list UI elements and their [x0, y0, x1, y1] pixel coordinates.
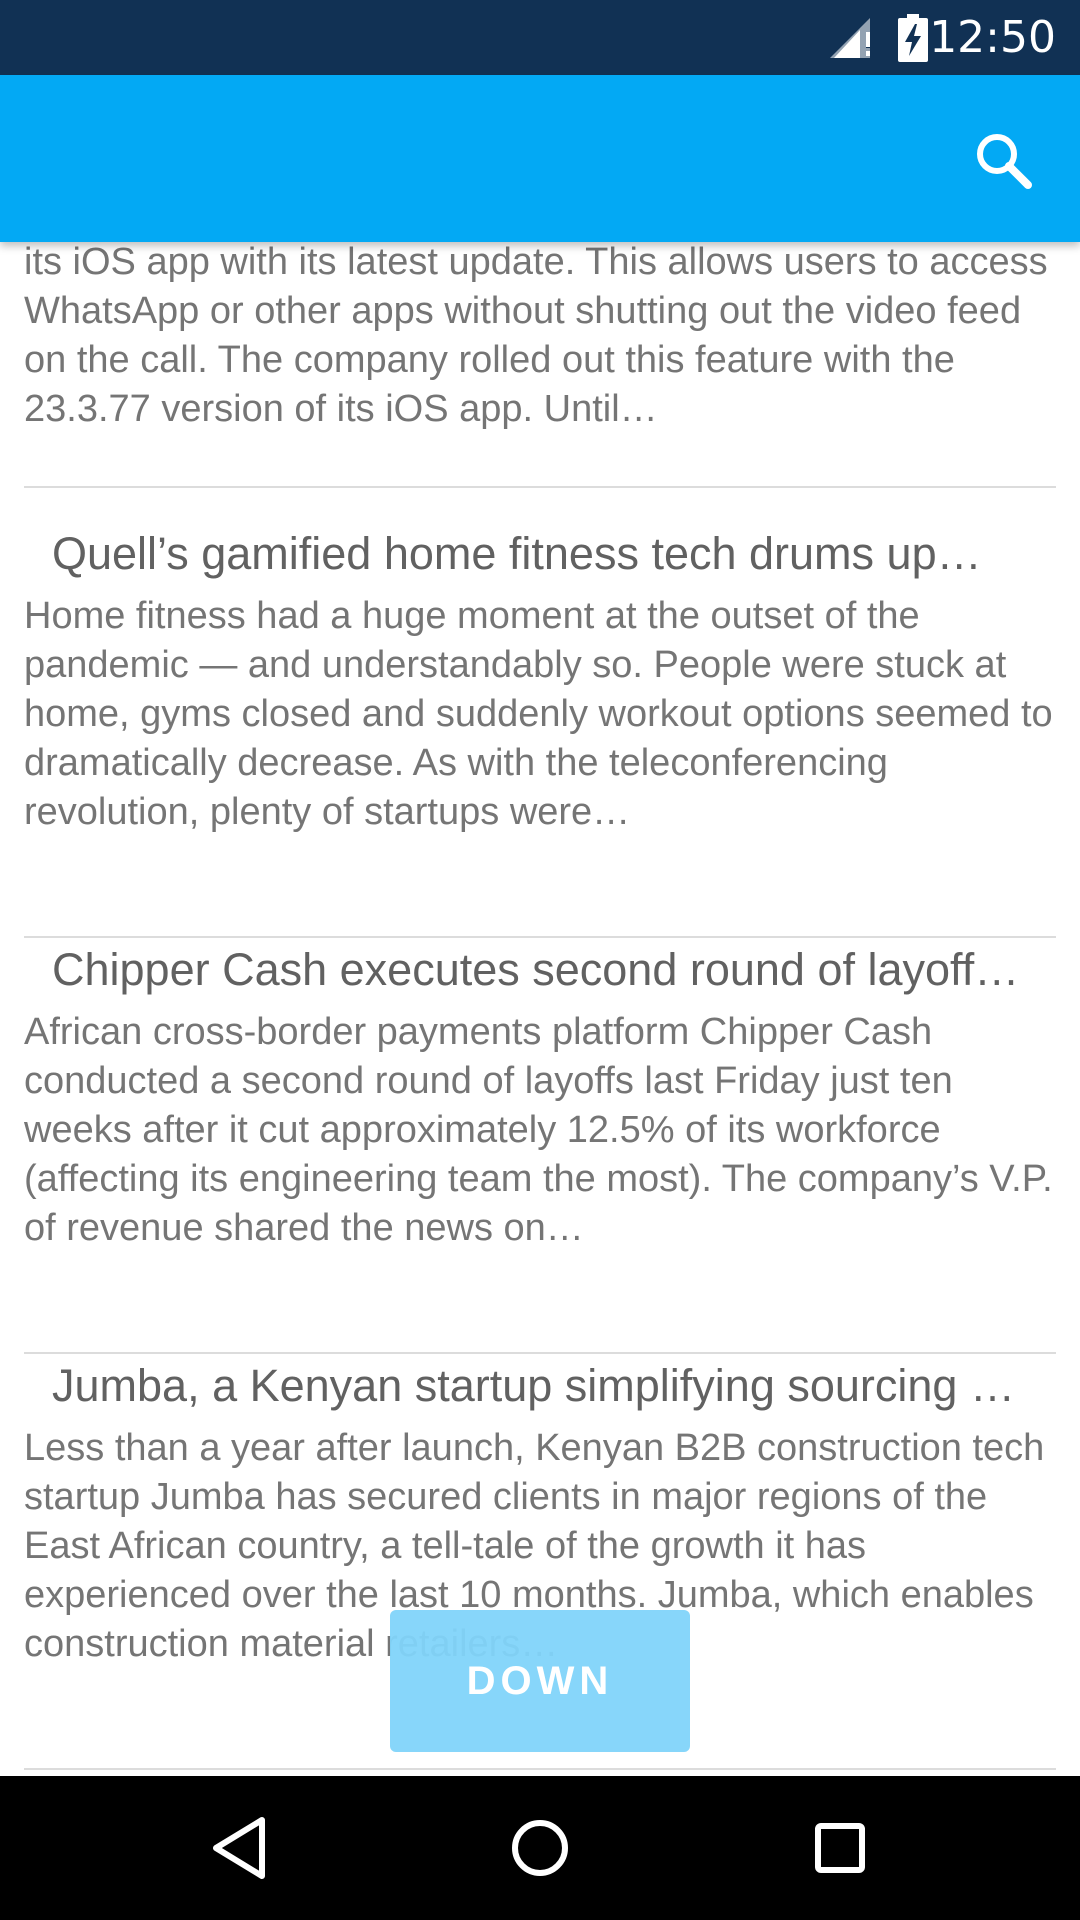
- article-summary: African cross-border payments platform C…: [24, 1011, 1053, 1249]
- home-icon[interactable]: [504, 1812, 576, 1884]
- back-icon[interactable]: [204, 1812, 276, 1884]
- article-summary: Home fitness had a huge moment at the ou…: [24, 595, 1053, 833]
- app-bar: [0, 75, 1080, 242]
- signal-alert-icon: [830, 18, 876, 63]
- article-item[interactable]: its iOS app with its latest update. This…: [24, 242, 1056, 488]
- battery-charging-icon: [898, 14, 928, 67]
- article-title: Jumba, a Kenyan startup simplifying sour…: [52, 1360, 1015, 1411]
- navigation-bar: [0, 1776, 1080, 1920]
- article-title: Chipper Cash executes second round of la…: [52, 944, 1020, 995]
- article-list[interactable]: its iOS app with its latest update. This…: [0, 242, 1080, 1776]
- status-bar: 12:50: [0, 0, 1080, 75]
- down-button[interactable]: DOWN: [390, 1610, 690, 1752]
- article-summary: its iOS app with its latest update. This…: [24, 242, 1048, 430]
- article-item[interactable]: Quell’s gamified home fitness tech drums…: [24, 522, 1056, 938]
- status-time: 12:50: [929, 12, 1056, 63]
- article-item[interactable]: Chipper Cash executes second round of la…: [24, 938, 1056, 1354]
- recents-icon[interactable]: [804, 1812, 876, 1884]
- search-icon[interactable]: [970, 127, 1040, 197]
- article-title: Quell’s gamified home fitness tech drums…: [52, 528, 982, 579]
